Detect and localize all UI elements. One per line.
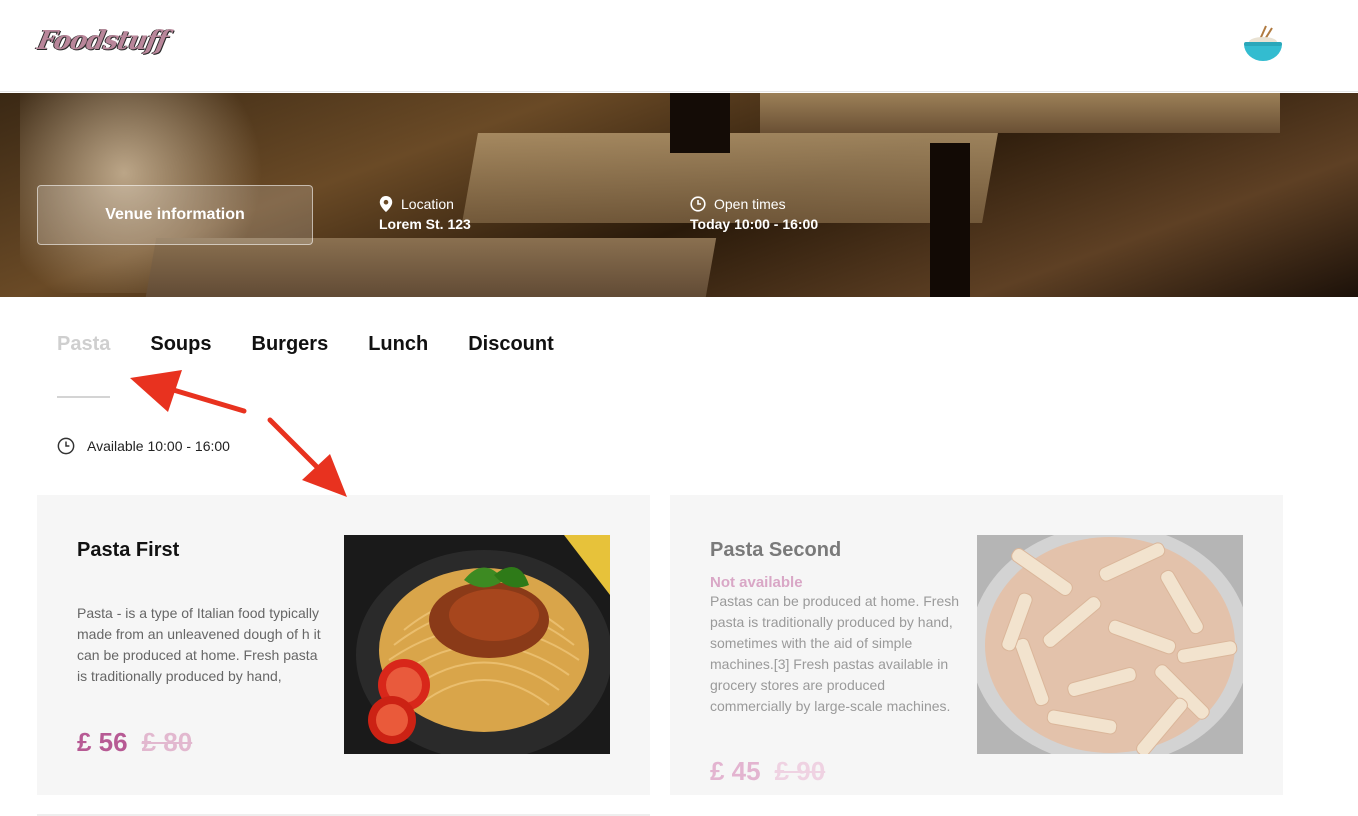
menu-item-card[interactable]: Pasta Second Not available Pastas can be… <box>670 495 1283 795</box>
location-info: Location Lorem St. 123 <box>379 196 471 232</box>
availability-text: Available 10:00 - 16:00 <box>87 438 230 454</box>
penne-pasta-photo <box>977 535 1243 754</box>
open-times-label: Open times <box>714 196 786 212</box>
menu-category-tabs: Pasta Soups Burgers Lunch Discount <box>57 333 554 398</box>
not-available-badge: Not available <box>710 574 803 591</box>
venue-hero-banner: Venue information Location Lorem St. 123… <box>0 93 1358 297</box>
noodle-bowl-icon[interactable] <box>1240 22 1286 68</box>
item-name: Pasta First <box>77 539 180 561</box>
item-prices: £ 56 £ 80 <box>77 727 192 758</box>
foodstuff-logo[interactable]: Foodstuff <box>35 14 170 68</box>
item-price: £ 45 <box>710 756 761 786</box>
arrow-to-card <box>267 417 347 497</box>
location-value: Lorem St. 123 <box>379 216 471 232</box>
tab-soups[interactable]: Soups <box>150 333 211 398</box>
top-header: Foodstuff <box>0 0 1358 92</box>
open-times-value: Today 10:00 - 16:00 <box>690 216 819 232</box>
tab-burgers[interactable]: Burgers <box>252 333 329 398</box>
open-times-info: Open times Today 10:00 - 16:00 <box>690 196 818 232</box>
item-old-price: £ 90 <box>774 756 826 786</box>
background-table <box>760 93 1280 133</box>
item-description: Pastas can be produced at home. Fresh pa… <box>710 593 960 714</box>
logo-text: Foodstuff <box>34 26 171 56</box>
venue-information-button[interactable]: Venue information <box>37 185 313 245</box>
item-old-price: £ 80 <box>141 727 193 757</box>
item-description: Pasta - is a type of Italian food typica… <box>77 605 321 684</box>
table-leg <box>670 93 730 153</box>
availability-row: Available 10:00 - 16:00 <box>57 437 230 455</box>
location-label: Location <box>401 196 454 212</box>
spaghetti-bolognese-photo <box>344 535 610 754</box>
item-price: £ 56 <box>77 727 128 757</box>
item-prices: £ 45 £ 90 <box>710 756 825 787</box>
tab-discount[interactable]: Discount <box>468 333 554 398</box>
clock-icon <box>690 196 706 212</box>
foreground-table <box>143 238 717 297</box>
table-leg <box>930 143 970 297</box>
tab-pasta[interactable]: Pasta <box>57 333 111 398</box>
location-pin-icon <box>379 196 393 212</box>
tab-lunch[interactable]: Lunch <box>368 333 428 398</box>
clock-icon <box>57 437 75 455</box>
menu-item-card[interactable]: Pasta First Pasta - is a type of Italian… <box>37 495 650 795</box>
item-name: Pasta Second <box>710 539 842 561</box>
